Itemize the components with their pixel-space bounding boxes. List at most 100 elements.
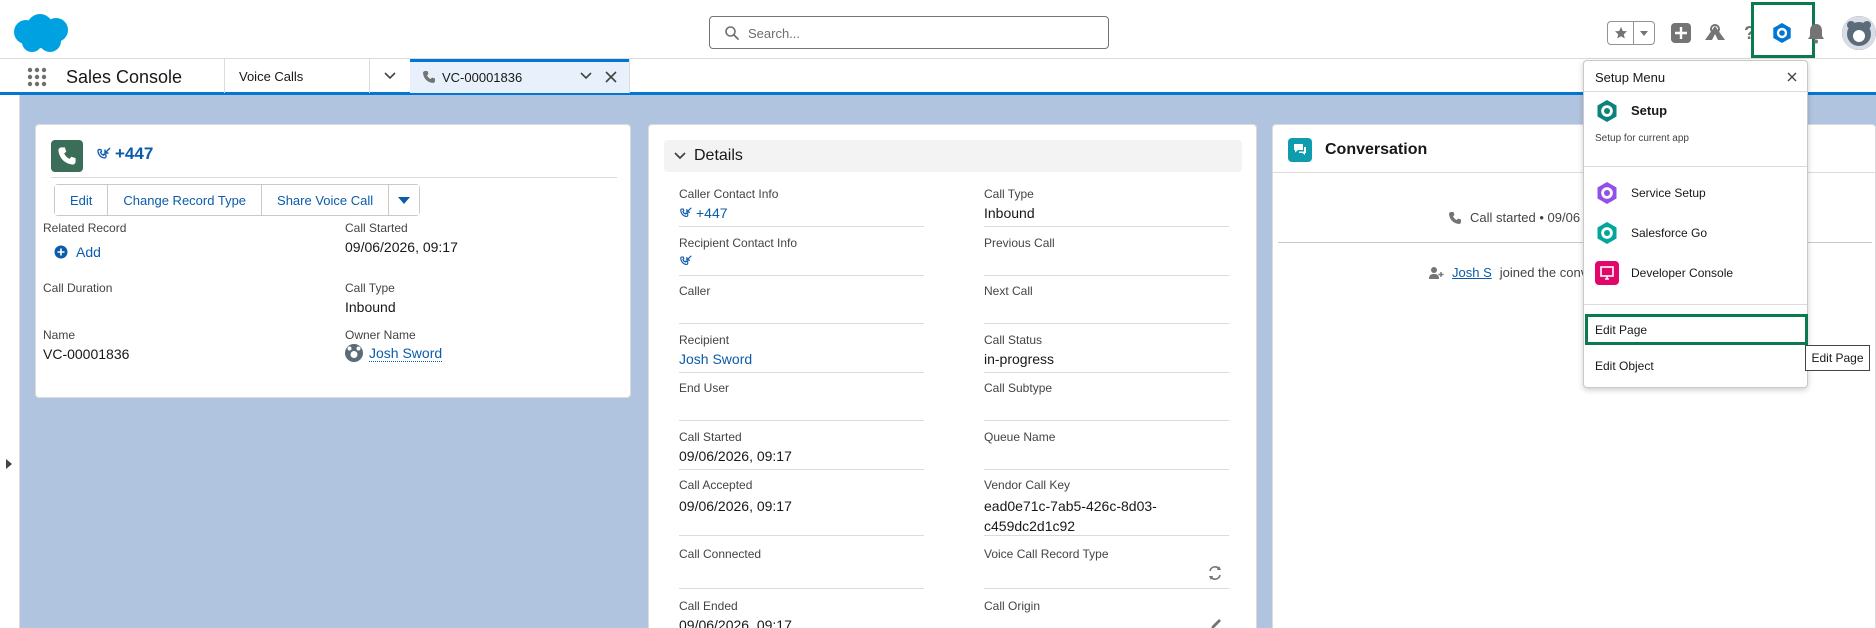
user-join-icon	[1429, 266, 1444, 279]
app-launcher-icon[interactable]	[27, 67, 47, 87]
field-label: Vendor Call Key	[984, 478, 1071, 492]
search-icon	[725, 26, 739, 40]
divider	[1584, 166, 1807, 167]
avatar[interactable]	[1842, 16, 1876, 50]
field-label: Next Call	[984, 284, 1033, 298]
details-card: Details Caller Contact Info +447 Recipie…	[648, 124, 1257, 628]
close-icon[interactable]	[1787, 72, 1797, 82]
field-vendor-call-key: Vendor Call Key ead0e71c-7ab5-426c-8d03-…	[984, 478, 1229, 536]
call-type-label: Call Type	[345, 281, 395, 295]
section-title: Details	[694, 147, 743, 164]
caller-contact-value: +447	[696, 205, 728, 221]
add-link-label: Add	[76, 244, 101, 260]
trailhead-icon[interactable]	[1703, 21, 1727, 45]
edit-page-tooltip: Edit Page	[1805, 345, 1870, 371]
field-label: Call Type	[984, 187, 1034, 201]
field-end-user: End User	[679, 381, 924, 421]
call-started-label: Call Started	[345, 221, 408, 235]
add-icon	[54, 245, 68, 259]
favorites-list-chevron-icon[interactable]	[1634, 22, 1654, 44]
expand-rail-icon[interactable]	[5, 458, 13, 470]
notifications-icon[interactable]	[1804, 21, 1828, 45]
favorites-button-group	[1607, 21, 1655, 45]
global-search[interactable]	[709, 16, 1109, 49]
details-section-header[interactable]: Details	[664, 140, 1242, 172]
setup-link[interactable]: Setup	[1631, 103, 1667, 118]
conversation-icon	[1288, 138, 1312, 162]
field-label: Call Accepted	[679, 478, 753, 492]
joined-user-link[interactable]: Josh S	[1452, 265, 1492, 280]
field-call-status: Call Status in-progress	[984, 333, 1229, 373]
edit-page-highlight	[1585, 314, 1808, 345]
field-queue-name: Queue Name	[984, 430, 1229, 470]
tab-vc-00001836[interactable]: VC-00001836	[410, 59, 629, 93]
field-label: Recipient Contact Info	[679, 236, 798, 250]
menu-item-service-setup[interactable]: Service Setup	[1584, 175, 1807, 211]
utility-left-rail	[0, 95, 20, 628]
field-label: Caller Contact Info	[679, 187, 779, 201]
field-call-subtype: Call Subtype	[984, 381, 1229, 421]
field-previous-call: Previous Call	[984, 236, 1229, 276]
setup-subtitle: Setup for current app	[1595, 133, 1689, 144]
tab-nav-menu-chevron-icon[interactable]	[370, 59, 410, 93]
menu-item-label: Salesforce Go	[1631, 226, 1708, 240]
user-avatar-icon	[345, 344, 363, 362]
field-label: End User	[679, 381, 730, 395]
change-record-type-button[interactable]: Change Record Type	[108, 185, 263, 215]
field-value: in-progress	[984, 351, 1055, 367]
menu-item-edit-object[interactable]: Edit Object	[1584, 348, 1807, 384]
field-value: 09/06/2026, 09:17	[679, 617, 792, 628]
edit-button[interactable]: Edit	[55, 185, 109, 215]
divider	[51, 177, 617, 178]
field-call-origin: Call Origin	[984, 599, 1229, 628]
field-call-connected: Call Connected	[679, 547, 924, 589]
salesforce-go-icon	[1595, 221, 1619, 245]
field-label: Recipient	[679, 333, 730, 347]
menu-item-salesforce-go[interactable]: Salesforce Go	[1584, 215, 1807, 251]
field-label: Call Status	[984, 333, 1043, 347]
tab-chevron-down-icon[interactable]	[580, 71, 592, 81]
field-call-ended: Call Ended 09/06/2026, 09:17	[679, 599, 924, 628]
owner-link[interactable]: Josh Sword	[345, 344, 443, 362]
nav-divider	[629, 59, 630, 93]
field-value: 09/06/2026, 09:17	[679, 448, 792, 464]
salesforce-logo[interactable]	[10, 12, 72, 54]
favorites-star-icon[interactable]	[1608, 22, 1634, 44]
field-label: Call Connected	[679, 547, 762, 561]
field-next-call: Next Call	[984, 284, 1229, 324]
field-recipient: Recipient Josh Sword	[679, 333, 924, 373]
agent-joined-event: Josh S joined the conve	[1428, 265, 1594, 280]
field-caller: Caller	[679, 284, 924, 324]
change-record-type-icon[interactable]	[1207, 565, 1223, 581]
field-value[interactable]: Josh Sword	[679, 351, 752, 367]
setup-gear-icon	[1597, 100, 1617, 122]
field-value: ead0e71c-7ab5-426c-8d03-	[984, 498, 1157, 514]
global-actions-icon[interactable]	[1669, 21, 1693, 45]
divider	[1584, 304, 1807, 305]
divider	[1584, 91, 1807, 92]
add-related-record-link[interactable]: Add	[54, 244, 101, 260]
field-label: Call Started	[679, 430, 742, 444]
record-title-text: +447	[115, 144, 154, 163]
tab-close-icon[interactable]	[605, 71, 617, 83]
tab-voice-calls-label: Voice Calls	[239, 69, 304, 84]
tab-voice-calls[interactable]: Voice Calls	[225, 59, 369, 93]
call-type-value: Inbound	[345, 299, 396, 315]
record-actions: Edit Change Record Type Share Voice Call	[54, 184, 421, 216]
search-input[interactable]	[748, 23, 1098, 43]
call-duration-label: Call Duration	[43, 281, 113, 295]
pencil-icon[interactable]	[1209, 617, 1223, 628]
field-call-started: Call Started 09/06/2026, 09:17	[679, 430, 924, 470]
chevron-down-icon	[398, 197, 411, 204]
more-actions-button[interactable]	[389, 185, 420, 215]
field-value[interactable]	[679, 254, 693, 271]
field-value: 09/06/2026, 09:17	[679, 498, 792, 514]
call-started-event: Call started • 09/06	[1448, 210, 1580, 225]
menu-item-developer-console[interactable]: Developer Console	[1584, 255, 1807, 291]
app-name: Sales Console	[66, 67, 183, 87]
share-voice-call-button[interactable]: Share Voice Call	[262, 185, 390, 215]
field-label: Queue Name	[984, 430, 1056, 444]
field-value[interactable]: +447	[679, 205, 728, 221]
field-voice-call-record-type: Voice Call Record Type	[984, 547, 1229, 589]
field-caller-contact-info: Caller Contact Info +447	[679, 187, 924, 227]
